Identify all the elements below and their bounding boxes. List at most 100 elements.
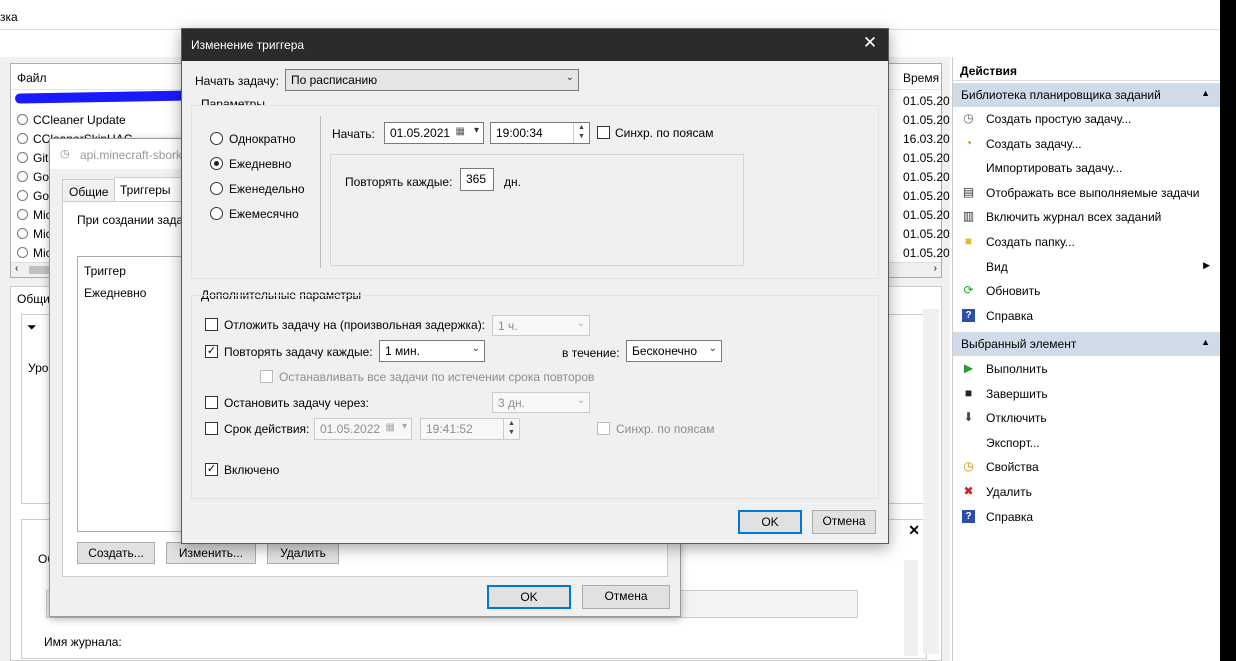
action-item[interactable]: ✖ Удалить: [953, 480, 1220, 504]
action-item[interactable]: ■ Завершить: [953, 382, 1220, 406]
action-label: Экспорт...: [986, 435, 1040, 450]
expire-time-spinner[interactable]: 19:41:52 ▲ ▼: [420, 418, 520, 440]
action-item[interactable]: Экспорт...: [953, 431, 1220, 455]
menu-bar: зка: [0, 0, 1220, 30]
radio-weekly-label[interactable]: Еженедельно: [229, 182, 305, 196]
section-library[interactable]: Библиотека планировщика заданий ▲: [953, 83, 1220, 107]
stop-after-label[interactable]: Остановить задачу через:: [224, 396, 369, 410]
action-item[interactable]: ? Справка: [953, 304, 1220, 328]
repeat-task-checkbox[interactable]: ✓: [205, 345, 218, 358]
expire-date-picker[interactable]: 01.05.2022 ▦ ▾: [314, 418, 412, 440]
spinner-arrows-icon[interactable]: ▲ ▼: [503, 419, 519, 439]
expire-sync-label[interactable]: Синхр. по поясам: [616, 422, 714, 436]
delete-icon: ✖: [963, 484, 974, 498]
action-item[interactable]: ▤ Отображать все выполняемые задачи: [953, 181, 1220, 205]
collapse-icon[interactable]: ▲: [1201, 88, 1210, 98]
section-selected[interactable]: Выбранный элемент ▲: [953, 332, 1220, 356]
action-item[interactable]: ◷ Создать простую задачу...: [953, 107, 1220, 131]
enabled-checkbox[interactable]: ✓: [205, 463, 218, 476]
radio-monthly-label[interactable]: Ежемесячно: [229, 207, 299, 221]
expire-label[interactable]: Срок действия:: [224, 422, 309, 436]
collapse-icon[interactable]: ▲: [1201, 337, 1210, 347]
tab-triggers[interactable]: Триггеры: [114, 177, 182, 201]
create-trigger-button[interactable]: Создать...: [77, 542, 155, 564]
stop-after-select[interactable]: 3 дн. ⌄: [492, 392, 590, 413]
start-task-select[interactable]: По расписанию ⌄: [285, 69, 579, 91]
ok-button[interactable]: OK: [487, 585, 571, 609]
chevron-down-icon[interactable]: ▾: [474, 125, 479, 136]
delay-select[interactable]: 1 ч. ⌄: [492, 315, 590, 336]
params-group: Однократно Ежедневно Еженедельно Ежемеся…: [191, 105, 879, 279]
column-time[interactable]: Время: [903, 71, 939, 85]
folder-icon: ■: [964, 234, 973, 248]
sync-tz-label[interactable]: Синхр. по поясам: [615, 126, 713, 140]
start-task-label: Начать задачу:: [195, 74, 279, 88]
expire-sync-checkbox[interactable]: [597, 422, 610, 435]
calendar-icon[interactable]: ▦: [386, 422, 395, 433]
details-tab-fragment[interactable]: Общи: [17, 292, 50, 306]
chevron-down-icon[interactable]: ▾: [402, 421, 407, 432]
radio-weekly[interactable]: [210, 182, 223, 195]
close-icon[interactable]: ✕: [908, 522, 920, 539]
radio-daily-label[interactable]: Ежедневно: [229, 157, 291, 171]
task-time: 01.05.20: [903, 113, 950, 127]
journal-label: Имя журнала:: [44, 635, 122, 649]
start-date-value: 01.05.2021: [390, 126, 451, 140]
close-icon[interactable]: ✕: [858, 33, 882, 55]
action-item[interactable]: ◷ Свойства: [953, 455, 1220, 479]
delay-label[interactable]: Отложить задачу на (произвольная задержк…: [224, 318, 485, 332]
action-item[interactable]: Импортировать задачу...: [953, 156, 1220, 180]
start-date-picker[interactable]: 01.05.2021 ▦ ▾: [384, 122, 484, 144]
calendar-icon[interactable]: ▦: [456, 126, 465, 137]
trigger-row[interactable]: Ежедневно: [84, 286, 146, 300]
action-item[interactable]: ▥ Включить журнал всех заданий: [953, 205, 1220, 229]
radio-monthly[interactable]: [210, 207, 223, 220]
action-item[interactable]: ■ Создать папку...: [953, 230, 1220, 254]
start-time-spinner[interactable]: 19:00:34 ▲ ▼: [490, 122, 590, 144]
ok-button[interactable]: OK: [738, 510, 802, 534]
clock-icon: [17, 114, 28, 125]
action-label: Создать простую задачу...: [986, 112, 1132, 126]
start-task-value: По расписанию: [291, 73, 378, 87]
filter-icon[interactable]: ⏷: [27, 320, 37, 335]
action-item[interactable]: ? Справка: [953, 505, 1220, 529]
stop-all-label[interactable]: Останавливать все задачи по истечении ср…: [279, 370, 594, 384]
details-scrollbar[interactable]: [904, 560, 918, 656]
action-item[interactable]: ⬇ Отключить: [953, 406, 1220, 430]
repeat-every-input[interactable]: 365: [460, 168, 494, 191]
submenu-arrow-icon: ▶: [1203, 259, 1210, 270]
delay-checkbox[interactable]: [205, 318, 218, 331]
screen-edge: [1220, 0, 1236, 661]
help-icon: ?: [962, 308, 975, 322]
repeat-task-select[interactable]: 1 мин. ⌄: [379, 340, 485, 362]
chevron-down-icon: ⌄: [576, 395, 585, 406]
radio-daily[interactable]: [210, 157, 223, 170]
section-library-label: Библиотека планировщика заданий: [961, 88, 1161, 102]
sync-tz-checkbox[interactable]: [597, 126, 610, 139]
running-tasks-icon: ▤: [962, 184, 975, 199]
cancel-button[interactable]: Отмена: [812, 510, 876, 534]
menu-item-fragment[interactable]: зка: [0, 10, 18, 24]
task-name: CCleaner Update: [33, 113, 126, 127]
column-file[interactable]: Файл: [17, 71, 47, 85]
cancel-button[interactable]: Отмена: [582, 585, 670, 609]
edit-trigger-button[interactable]: Изменить...: [166, 542, 256, 564]
chevron-down-icon: ⌄: [565, 72, 574, 83]
repeat-task-label[interactable]: Повторять задачу каждые:: [224, 345, 373, 359]
stop-all-checkbox[interactable]: [260, 370, 273, 383]
action-item[interactable]: ⟳ Обновить: [953, 279, 1220, 303]
details-vscroll[interactable]: [923, 309, 939, 654]
delete-trigger-button[interactable]: Удалить: [267, 542, 339, 564]
spinner-arrows-icon[interactable]: ▲ ▼: [573, 123, 589, 143]
duration-select[interactable]: Бесконечно ⌄: [626, 340, 722, 362]
stop-after-checkbox[interactable]: [205, 396, 218, 409]
action-item[interactable]: Вид ▶: [953, 255, 1220, 279]
expire-checkbox[interactable]: [205, 422, 218, 435]
enabled-label[interactable]: Включено: [224, 463, 279, 477]
radio-once[interactable]: [210, 132, 223, 145]
radio-once-label[interactable]: Однократно: [229, 132, 296, 146]
dialog-titlebar: Изменение триггера: [182, 29, 888, 61]
tab-general[interactable]: Общие: [62, 179, 116, 201]
action-item[interactable]: ▶ Выполнить: [953, 357, 1220, 381]
action-item[interactable]: ◔ Создать задачу...: [953, 132, 1220, 156]
